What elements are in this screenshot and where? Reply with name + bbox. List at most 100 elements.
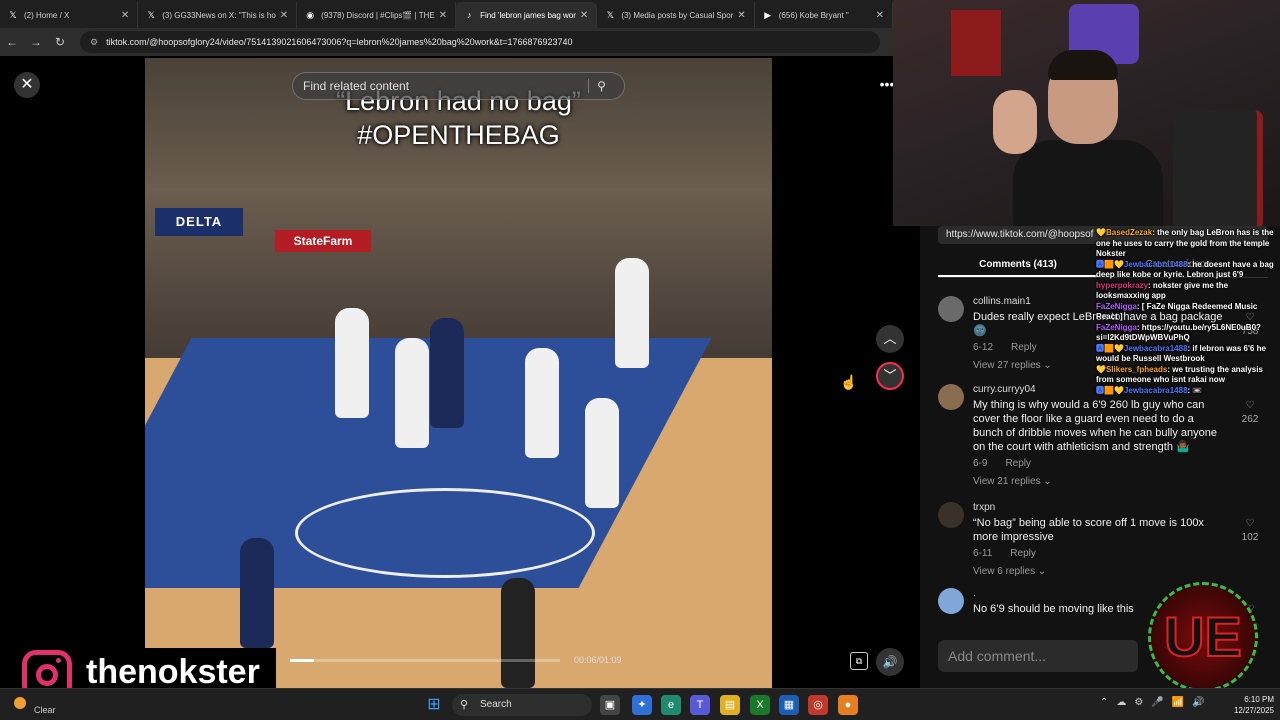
player-figure [395, 338, 429, 448]
view-replies-button[interactable]: View 6 replies ⌄ [973, 566, 1046, 577]
video-progress-fill [290, 659, 315, 662]
reply-button[interactable]: Reply [1005, 458, 1031, 469]
avatar[interactable] [938, 296, 964, 322]
browser-address-row: ← → ↻ ⚙ tiktok.com/@hoopsofglory24/video… [0, 28, 893, 56]
windows-taskbar: Clear ⊞ ⚲ Search ▣ ✦ e T ▤ X ▦ ◎ ● ⌃☁⚙🎤📶… [0, 688, 1280, 720]
chat-username: 🅰🟧💛Jewbacabra1488 [1096, 385, 1188, 395]
chat-username: 🅰🟧💛Jewbacabra1488 [1096, 259, 1188, 269]
volume-icon[interactable]: 🔊 [876, 648, 904, 676]
chat-message: 💛BasedZezak: the only bag LeBron has is … [1096, 228, 1278, 260]
related-search-box[interactable]: ⚲ [292, 72, 625, 100]
forward-icon[interactable]: → [24, 35, 48, 49]
weather-icon[interactable] [14, 697, 26, 709]
taskbar-clock[interactable]: 6:10 PM 12/27/2025 [1226, 694, 1274, 716]
video-player[interactable]: DELTA StateFarm [145, 58, 772, 688]
delta-sign: DELTA [155, 208, 243, 236]
like-count: 102 [1241, 532, 1259, 543]
reply-button[interactable]: Reply [1010, 548, 1036, 559]
browser-tab[interactable]: 𝕏 (3) Media posts by Casual Spor ✕ [597, 2, 755, 28]
browser-tab[interactable]: ♪ Find 'lebron james bag wor ✕ [456, 2, 598, 28]
browser-tab[interactable]: 𝕏 (2) Home / X ✕ [0, 2, 139, 28]
video-progress-bar[interactable] [290, 659, 560, 662]
chat-message: 🅰🟧💛Jewbacabra1488: 📼 [1096, 386, 1278, 397]
statefarm-sign: StateFarm [275, 230, 371, 252]
court-arc [295, 488, 595, 578]
chrome-icon[interactable]: ◎ [808, 695, 828, 715]
avatar[interactable] [938, 588, 964, 614]
chat-message: 🅰🟧💛Jewbacabra1488: he doesnt have a bag … [1096, 260, 1278, 281]
tab-close-icon[interactable]: ✕ [737, 10, 745, 21]
comment-username[interactable]: . [973, 588, 976, 599]
back-icon[interactable]: ← [0, 35, 24, 49]
avatar[interactable] [938, 502, 964, 528]
x-icon: 𝕏 [606, 10, 614, 20]
comment-text: My thing is why would a 6'9 260 lb guy w… [973, 399, 1217, 453]
player-figure [525, 348, 559, 458]
taskbar-search[interactable]: ⚲ Search [452, 694, 592, 716]
chat-username: 💛Slikers_fpheads [1096, 364, 1168, 374]
tab-close-icon[interactable]: ✕ [280, 10, 288, 21]
browser-tab[interactable]: ◉ (9378) Discord | #Clips🎬 | THE ✕ [297, 2, 457, 28]
taskbar-search-label: Search [480, 699, 512, 710]
comment-date: 6-11 [973, 548, 993, 559]
streamer-body [1013, 140, 1163, 226]
close-icon[interactable]: ✕ [14, 72, 40, 98]
tab-close-icon[interactable]: ✕ [580, 10, 588, 21]
view-replies-button[interactable]: View 21 replies ⌄ [973, 476, 1052, 487]
related-search-input[interactable] [303, 79, 588, 93]
referee-figure [501, 578, 535, 688]
system-tray[interactable]: ⌃☁⚙🎤📶🔊 [1100, 697, 1213, 708]
app-icon[interactable]: ● [838, 695, 858, 715]
player-figure [585, 398, 619, 508]
browser-tab-title: (2) Home / X [24, 10, 70, 20]
comment-username[interactable]: trxpn [973, 502, 995, 513]
comment-text: “No bag” being able to score off 1 move … [973, 517, 1204, 543]
youtube-icon: ▶ [764, 10, 772, 20]
teams-icon[interactable]: T [690, 695, 710, 715]
heart-icon[interactable]: ♡ [1238, 518, 1262, 529]
chat-username: 💛BasedZezak [1096, 228, 1153, 237]
task-view-icon[interactable]: ▣ [600, 695, 620, 715]
tab-comments[interactable]: Comments (413) [938, 252, 1098, 277]
tab-close-icon[interactable]: ✕ [121, 10, 129, 21]
xbox-icon[interactable]: X [750, 695, 770, 715]
tab-close-icon[interactable]: ✕ [439, 10, 447, 21]
comment-meta: 6-9 Reply [973, 458, 1031, 469]
gaming-chair [1173, 110, 1263, 226]
comment-date: 6-9 [973, 458, 988, 469]
windows-start-icon[interactable]: ⊞ [424, 695, 444, 715]
browser-tab[interactable]: ▶ (656) Kobe Bryant " ✕ [755, 2, 893, 28]
weather-text[interactable]: Clear [34, 705, 56, 715]
comment-username[interactable]: curry.curryy04 [973, 384, 1036, 395]
picture-in-picture-icon[interactable]: ⧉ [850, 652, 868, 670]
avatar[interactable] [938, 384, 964, 410]
chat-username: FaZeNigga [1096, 322, 1137, 332]
comment-meta: 6-11 Reply [973, 548, 1036, 559]
reload-icon[interactable]: ↻ [48, 35, 72, 49]
copilot-icon[interactable]: ✦ [632, 695, 652, 715]
mouse-cursor-icon: ☝ [840, 374, 858, 390]
chevron-down-icon[interactable]: ﹀ [876, 362, 904, 390]
reply-button[interactable]: Reply [1011, 342, 1037, 353]
heart-icon[interactable]: ♡ [1238, 400, 1262, 411]
view-replies-button[interactable]: View 27 replies ⌄ [973, 360, 1052, 371]
browser-tab-strip: 𝕏 (2) Home / X ✕ 𝕏 (3) GG33News on X: "This … [0, 0, 893, 28]
chat-message: hyperpokrazy: nokster give me the looksm… [1096, 281, 1278, 302]
add-comment-input[interactable]: Add comment... [938, 640, 1138, 672]
site-info-icon[interactable]: ⚙ [90, 37, 98, 48]
edge-icon[interactable]: e [661, 695, 681, 715]
chevron-up-icon[interactable]: ︿ [876, 325, 904, 353]
player-figure [430, 318, 464, 428]
browser-tab-title: (9378) Discord | #Clips🎬 | THE [321, 10, 435, 20]
browser-tab[interactable]: 𝕏 (3) GG33News on X: "This is ho ✕ [138, 2, 298, 28]
browser-tab-title: (3) Media posts by Casual Spor [621, 10, 734, 20]
wall-poster [951, 10, 1001, 76]
address-bar[interactable]: ⚙ tiktok.com/@hoopsofglory24/video/75141… [80, 31, 880, 53]
search-icon[interactable]: ⚲ [588, 79, 614, 93]
streamer-hand [993, 90, 1037, 154]
store-icon[interactable]: ▦ [779, 695, 799, 715]
tab-close-icon[interactable]: ✕ [876, 10, 884, 21]
comment-username[interactable]: collins.main1 [973, 296, 1031, 307]
instagram-lens [36, 664, 58, 686]
file-explorer-icon[interactable]: ▤ [720, 695, 740, 715]
